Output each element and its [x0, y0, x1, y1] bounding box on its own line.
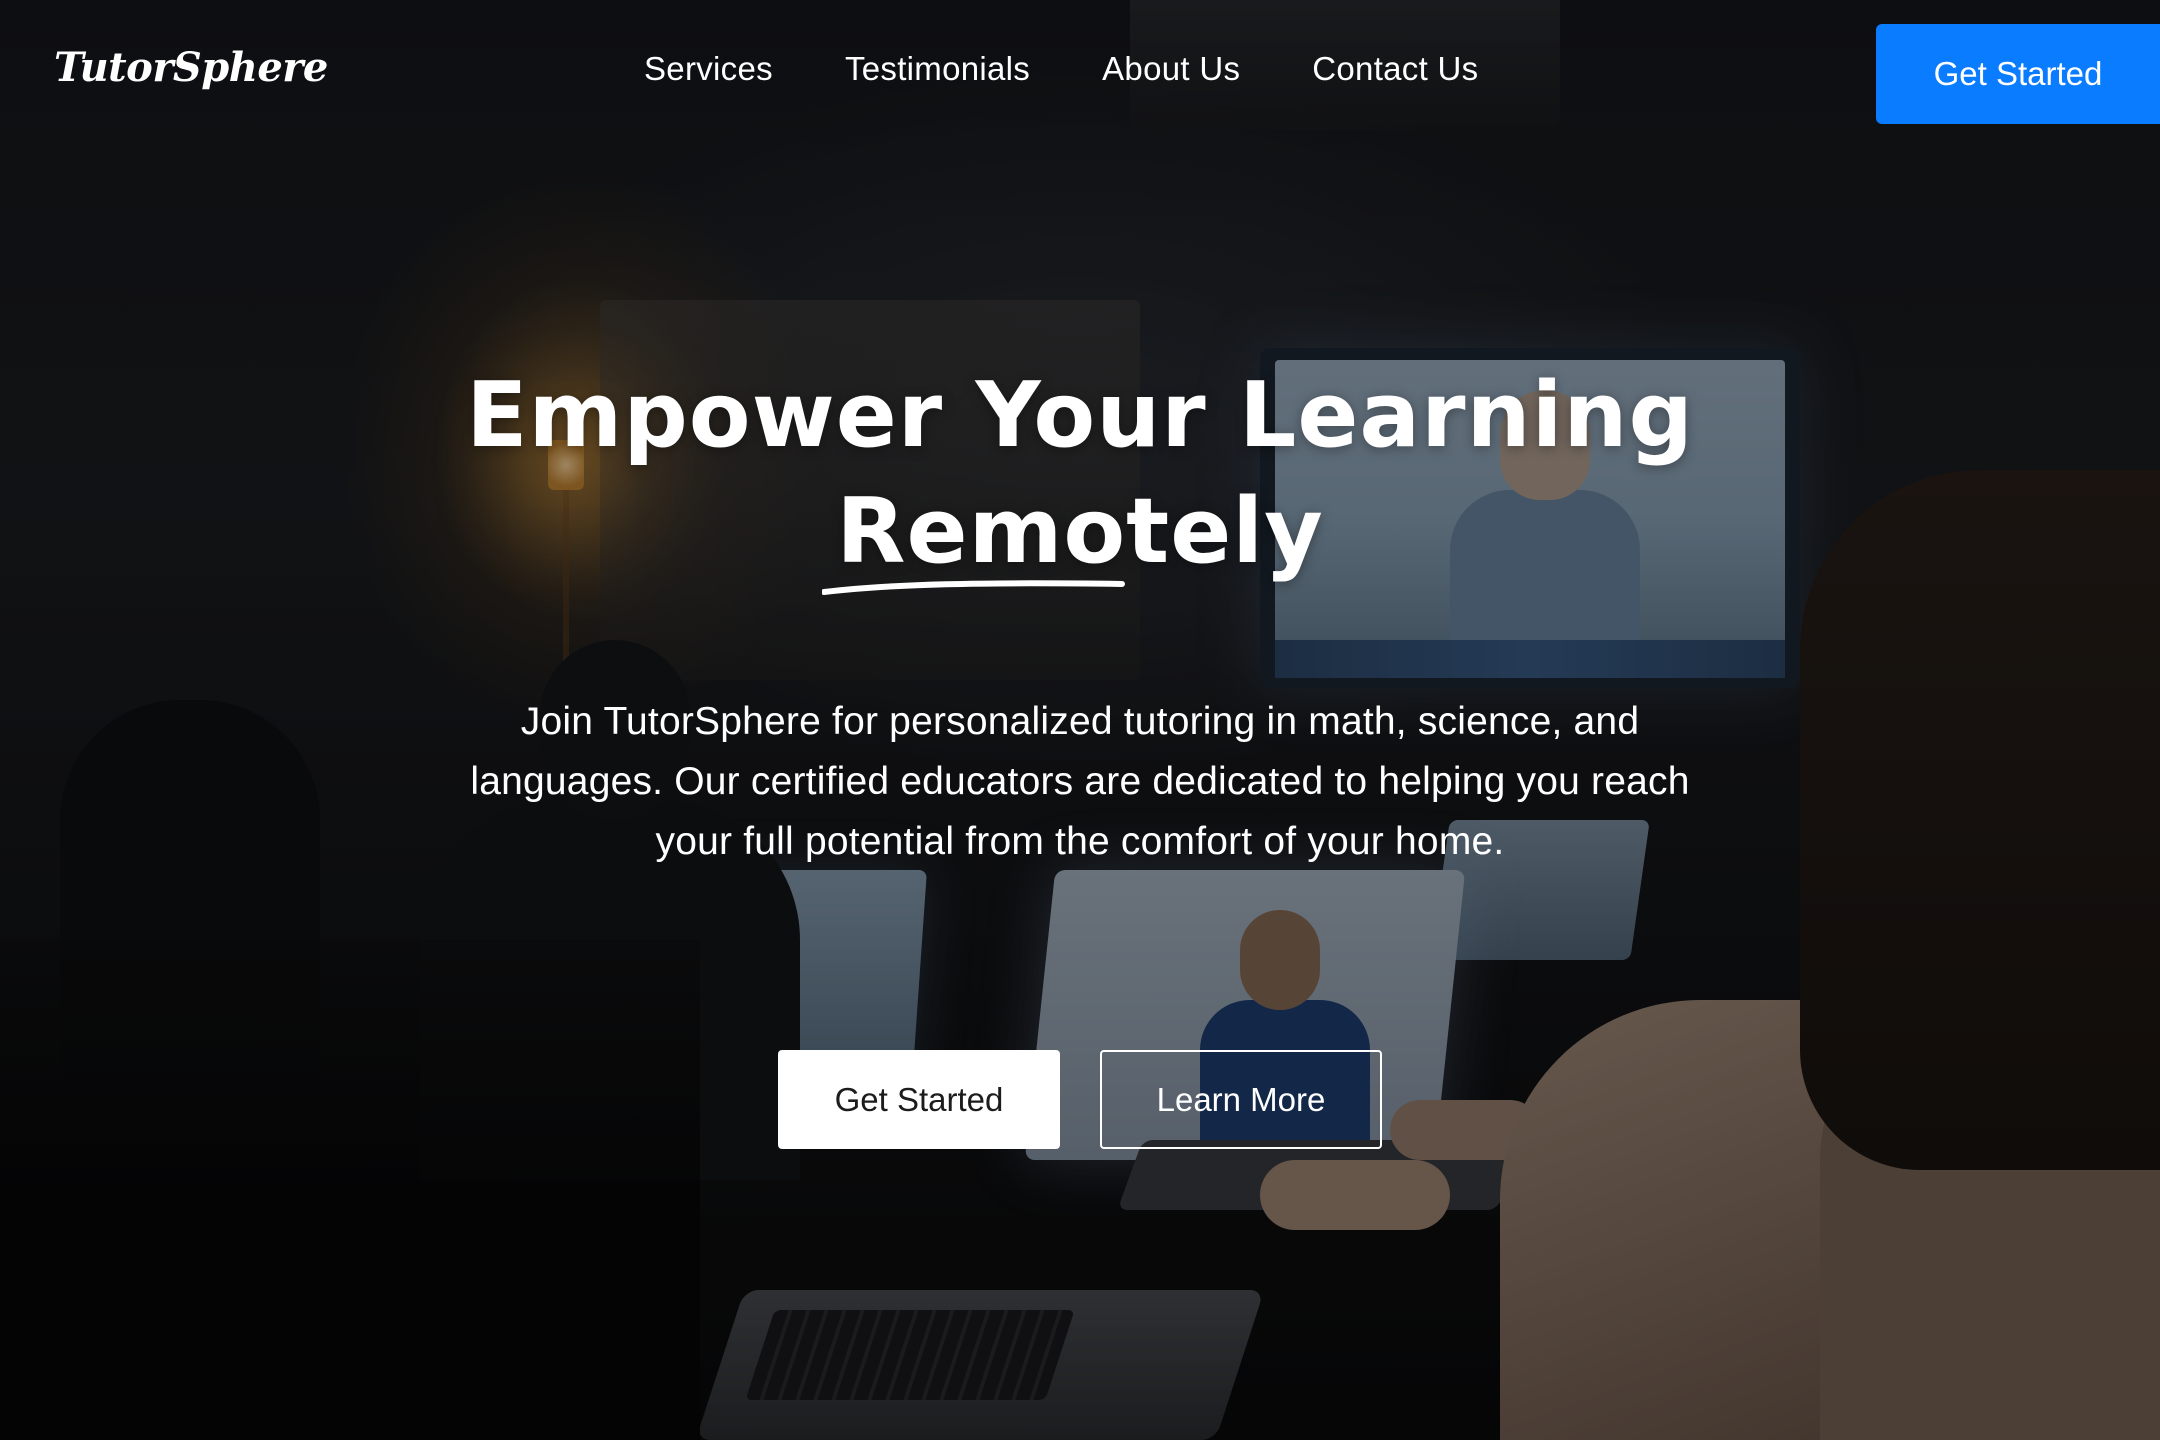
top-navigation: TutorSphere Services Testimonials About …: [0, 0, 2160, 145]
logo[interactable]: TutorSphere: [54, 44, 328, 91]
hand-drawn-underline-icon: [822, 580, 1126, 595]
nav-link-about-us[interactable]: About Us: [1102, 50, 1240, 88]
hero-description: Join TutorSphere for personalized tutori…: [470, 700, 1690, 863]
nav-link-services[interactable]: Services: [644, 50, 773, 88]
nav-link-testimonials[interactable]: Testimonials: [845, 50, 1030, 88]
hero-title-line-2: Remotely: [836, 479, 1324, 584]
hero-title-line-2-wrapper: Remotely: [0, 474, 2160, 595]
nav-link-contact-us[interactable]: Contact Us: [1312, 50, 1478, 88]
hero-title: Empower Your Learning Remotely: [0, 358, 2160, 595]
nav-links: Services Testimonials About Us Contact U…: [644, 50, 1478, 88]
landing-page: TutorSphere Services Testimonials About …: [0, 0, 2160, 1440]
nav-get-started-button[interactable]: Get Started: [1876, 24, 2160, 124]
hero-get-started-button[interactable]: Get Started: [778, 1050, 1060, 1149]
hero-learn-more-button[interactable]: Learn More: [1100, 1050, 1382, 1149]
hero-title-line-1: Empower Your Learning: [466, 363, 1694, 468]
hero-title-highlight: Remotely: [822, 474, 1324, 595]
